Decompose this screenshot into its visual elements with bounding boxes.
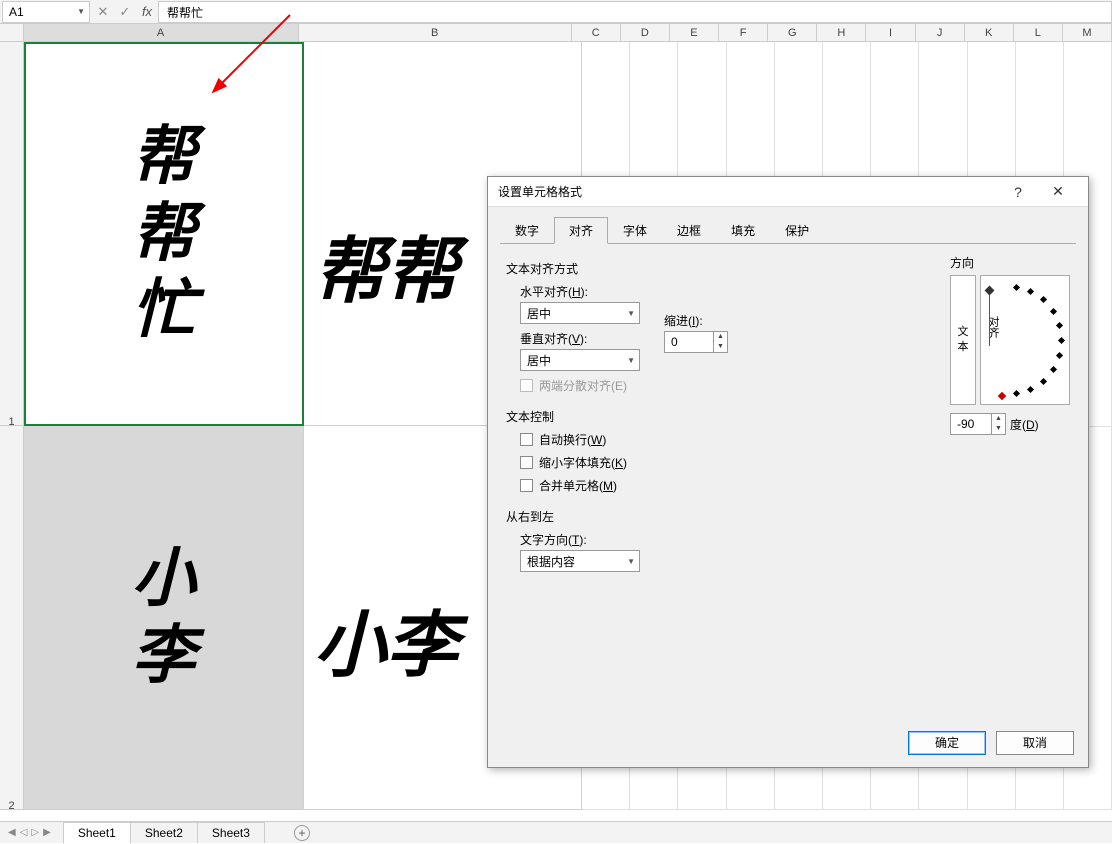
col-header-E[interactable]: E <box>670 24 719 41</box>
sheet-tab-3[interactable]: Sheet3 <box>197 822 265 843</box>
chevron-down-icon: ▼ <box>627 309 635 318</box>
orientation-vertical-button[interactable]: 文本 <box>950 275 976 405</box>
dialog-footer: 确定 取消 <box>908 731 1074 755</box>
col-header-F[interactable]: F <box>719 24 768 41</box>
tab-alignment[interactable]: 对齐 <box>554 217 608 244</box>
chevron-down-icon: ▼ <box>627 356 635 365</box>
cell-A1[interactable]: 帮 帮 忙 <box>24 42 304 426</box>
sheet-tab-1[interactable]: Sheet1 <box>63 822 131 844</box>
shrink-to-fit-checkbox[interactable]: 缩小字体填充(K) <box>520 454 1070 471</box>
dial-needle <box>989 291 990 346</box>
merge-cells-checkbox[interactable]: 合并单元格(M) <box>520 477 1070 494</box>
sheet-tabs-bar: ◀ ◁ ▷ ▶ Sheet1 Sheet2 Sheet3 + <box>0 821 1112 843</box>
fx-button[interactable]: fx <box>136 4 158 19</box>
row-header-1[interactable]: 1 <box>0 42 24 426</box>
spin-up-icon: ▲ <box>714 332 727 342</box>
spin-down-icon: ▼ <box>992 424 1005 434</box>
ok-button[interactable]: 确定 <box>908 731 986 755</box>
cell-A2-text: 小 李 <box>24 426 303 809</box>
orientation-title: 方向 <box>950 254 1070 271</box>
dialog-title: 设置单元格格式 <box>498 183 998 200</box>
degrees-spinner[interactable]: ▲▼ <box>950 413 1006 435</box>
confirm-formula-button[interactable]: ✓ <box>114 4 136 20</box>
label-indent: 缩进(I): <box>664 312 728 329</box>
text-direction-select[interactable]: 根据内容 ▼ <box>520 550 640 572</box>
label-text-direction: 文字方向(T): <box>520 531 1070 548</box>
column-headers: A B C D E F G H I J K L M <box>0 24 1112 42</box>
name-box-value: A1 <box>9 5 24 19</box>
cancel-button[interactable]: 取消 <box>996 731 1074 755</box>
degrees-label: 度(D) <box>1010 416 1039 433</box>
col-header-J[interactable]: J <box>916 24 965 41</box>
col-header-G[interactable]: G <box>768 24 817 41</box>
formula-input[interactable]: 帮帮忙 <box>158 1 1112 23</box>
cell-A1-text: 帮 帮 忙 <box>26 44 302 424</box>
row-header-2[interactable]: 2 <box>0 426 24 810</box>
formula-bar: A1 ▼ ✕ ✓ fx 帮帮忙 <box>0 0 1112 24</box>
dial-text-label: 对齐 <box>985 316 1001 338</box>
chevron-down-icon: ▼ <box>77 7 85 16</box>
orientation-dial[interactable]: 对齐 <box>980 275 1070 405</box>
cell-A2[interactable]: 小 李 <box>24 426 304 810</box>
col-header-D[interactable]: D <box>621 24 670 41</box>
vertical-align-select[interactable]: 居中 ▼ <box>520 349 640 371</box>
col-header-K[interactable]: K <box>965 24 1014 41</box>
spin-down-icon: ▼ <box>714 342 727 352</box>
degrees-input[interactable] <box>951 414 991 434</box>
cancel-formula-button[interactable]: ✕ <box>92 4 114 20</box>
tab-fill[interactable]: 填充 <box>716 217 770 244</box>
col-header-L[interactable]: L <box>1014 24 1063 41</box>
col-header-M[interactable]: M <box>1063 24 1112 41</box>
col-header-I[interactable]: I <box>866 24 915 41</box>
dialog-tabs: 数字 对齐 字体 边框 填充 保护 <box>488 207 1088 244</box>
select-all-corner[interactable] <box>0 24 24 41</box>
tab-border[interactable]: 边框 <box>662 217 716 244</box>
name-box[interactable]: A1 ▼ <box>2 1 90 23</box>
tab-protection[interactable]: 保护 <box>770 217 824 244</box>
format-cells-dialog: 设置单元格格式 ? ✕ 数字 对齐 字体 边框 填充 保护 文本对齐方式 水平对… <box>487 176 1089 768</box>
sheet-nav[interactable]: ◀ ◁ ▷ ▶ <box>8 827 63 838</box>
indent-spinner[interactable]: ▲▼ <box>664 331 728 353</box>
col-header-A[interactable]: A <box>24 24 299 41</box>
indent-input[interactable] <box>665 332 713 352</box>
tab-number[interactable]: 数字 <box>500 217 554 244</box>
col-header-H[interactable]: H <box>817 24 866 41</box>
sheet-tab-2[interactable]: Sheet2 <box>130 822 198 843</box>
help-button[interactable]: ? <box>998 184 1038 200</box>
dial-selected-point <box>998 392 1006 400</box>
chevron-down-icon: ▼ <box>627 557 635 566</box>
horizontal-align-select[interactable]: 居中 ▼ <box>520 302 640 324</box>
tab-font[interactable]: 字体 <box>608 217 662 244</box>
dialog-body: 文本对齐方式 水平对齐(H): 居中 ▼ 缩进(I): ▲▼ 垂直对齐(V): … <box>488 244 1088 734</box>
col-header-C[interactable]: C <box>572 24 621 41</box>
close-button[interactable]: ✕ <box>1038 183 1078 200</box>
col-header-B[interactable]: B <box>299 24 572 41</box>
add-sheet-button[interactable]: + <box>294 825 310 841</box>
spin-up-icon: ▲ <box>992 414 1005 424</box>
section-rtl: 从右到左 <box>506 508 1070 525</box>
dialog-titlebar: 设置单元格格式 ? ✕ <box>488 177 1088 207</box>
orientation-panel: 方向 文本 对齐 <box>950 254 1070 435</box>
dial-needle-dot <box>985 286 995 296</box>
